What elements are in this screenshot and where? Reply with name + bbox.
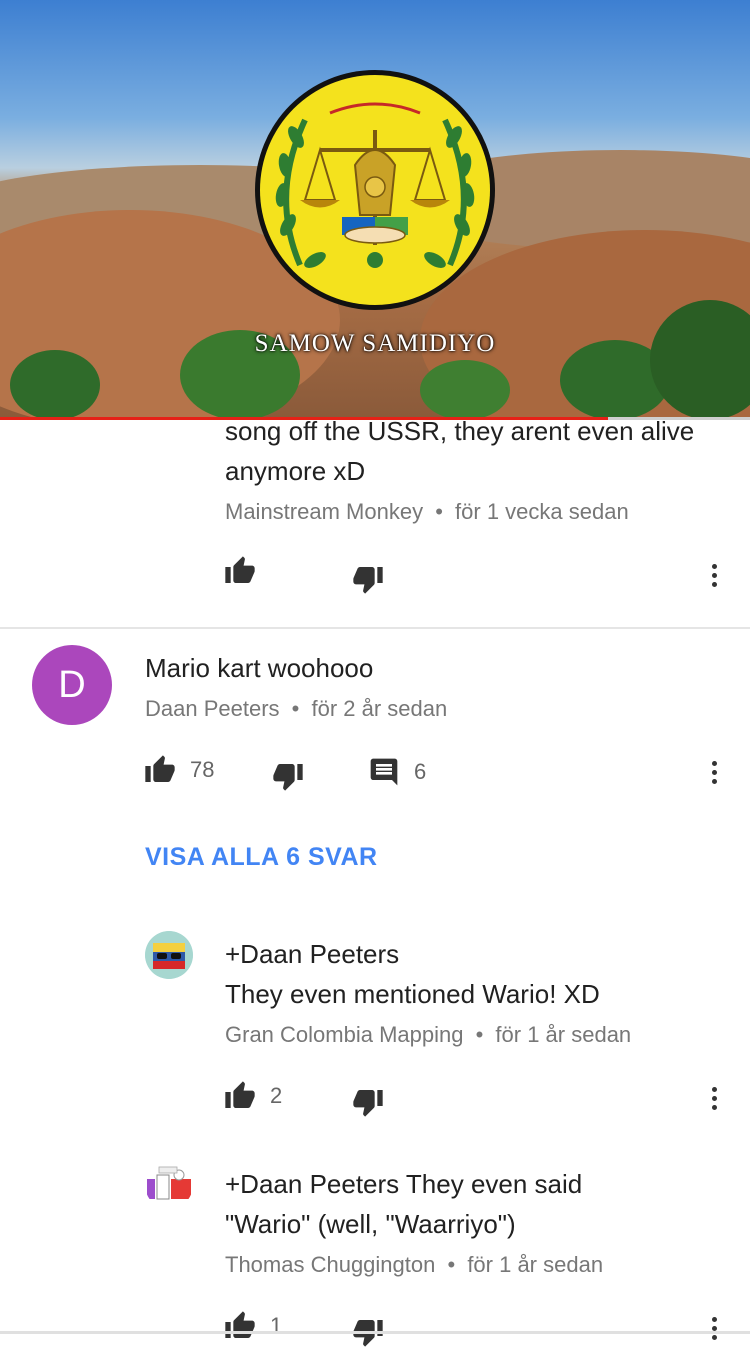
comment-meta: Daan Peeters • för 2 år sedan xyxy=(145,696,447,722)
coat-of-arms-emblem xyxy=(255,70,495,310)
comment-time: för 2 år sedan xyxy=(311,696,448,721)
comment-text-line: +Daan Peeters They even said xyxy=(225,1169,583,1199)
like-button[interactable]: 2 xyxy=(224,1080,282,1112)
comment-meta: Thomas Chuggington • för 1 år sedan xyxy=(225,1252,603,1278)
comment-time: för 1 år sedan xyxy=(467,1252,604,1277)
coat-of-arms-icon xyxy=(275,102,475,268)
reply-mention: +Daan Peeters xyxy=(225,939,400,969)
thumb-down-icon xyxy=(273,764,303,791)
comment-divider xyxy=(0,627,750,629)
like-count: 1 xyxy=(270,1313,283,1338)
like-count: 78 xyxy=(190,757,215,782)
reply-count: 6 xyxy=(414,759,427,784)
thumb-up-icon xyxy=(225,1311,255,1338)
more-options-button[interactable] xyxy=(699,752,729,792)
avatar[interactable] xyxy=(145,1161,193,1209)
more-options-button[interactable] xyxy=(699,1308,729,1348)
more-options-button[interactable] xyxy=(699,1078,729,1118)
more-vert-icon xyxy=(711,1316,717,1322)
more-options-button[interactable] xyxy=(699,555,729,595)
comment-text: Mario kart woohooo xyxy=(145,653,374,683)
like-button[interactable] xyxy=(224,555,256,587)
video-player[interactable]: SAMOW SAMIDIYO xyxy=(0,0,750,420)
comment-author[interactable]: Mainstream Monkey xyxy=(225,499,423,524)
video-caption: SAMOW SAMIDIYO xyxy=(254,330,496,357)
reply-icon xyxy=(370,758,398,786)
avatar-image xyxy=(147,1166,191,1200)
meta-separator: • xyxy=(475,1022,484,1047)
like-count: 2 xyxy=(270,1083,283,1108)
comment-meta: Mainstream Monkey • för 1 vecka sedan xyxy=(225,499,629,525)
dislike-button[interactable] xyxy=(352,563,384,595)
comment-author[interactable]: Daan Peeters xyxy=(145,696,280,721)
meta-separator: • xyxy=(435,499,443,524)
thumb-down-icon xyxy=(353,567,383,594)
meta-separator: • xyxy=(447,1252,456,1277)
bush xyxy=(10,350,100,420)
comment-time: för 1 år sedan xyxy=(495,1022,632,1047)
show-all-replies-link[interactable]: VISA ALLA 6 SVAR xyxy=(145,843,378,872)
comment-author[interactable]: Gran Colombia Mapping xyxy=(225,1022,463,1047)
thumb-up-icon xyxy=(145,755,175,782)
comment-text: They even mentioned Wario! XD xyxy=(225,979,600,1009)
meta-separator: • xyxy=(291,696,300,721)
comment-text-line: song off the USSR, they arent even alive xyxy=(225,416,695,446)
more-vert-icon xyxy=(711,760,717,766)
more-vert-icon xyxy=(711,1086,717,1092)
comment-text-line: "Wario" (well, "Waarriyo") xyxy=(225,1209,516,1239)
thumb-up-icon xyxy=(225,556,255,583)
reply-button[interactable]: 6 xyxy=(368,756,426,788)
thumb-up-icon xyxy=(225,1081,255,1108)
more-vert-icon xyxy=(711,563,717,569)
like-button[interactable]: 1 xyxy=(224,1310,282,1342)
comment-text-line: anymore xD xyxy=(225,456,366,486)
comment-time: för 1 vecka sedan xyxy=(455,499,629,524)
comment-author[interactable]: Thomas Chuggington xyxy=(225,1252,435,1277)
avatar[interactable]: D xyxy=(32,645,112,725)
like-button[interactable]: 78 xyxy=(144,754,214,786)
comment-meta: Gran Colombia Mapping • för 1 år sedan xyxy=(225,1022,631,1048)
avatar-image xyxy=(145,931,193,979)
dislike-button[interactable] xyxy=(272,760,304,792)
avatar[interactable] xyxy=(145,931,193,979)
thumb-down-icon xyxy=(353,1090,383,1117)
dislike-button[interactable] xyxy=(352,1086,384,1118)
